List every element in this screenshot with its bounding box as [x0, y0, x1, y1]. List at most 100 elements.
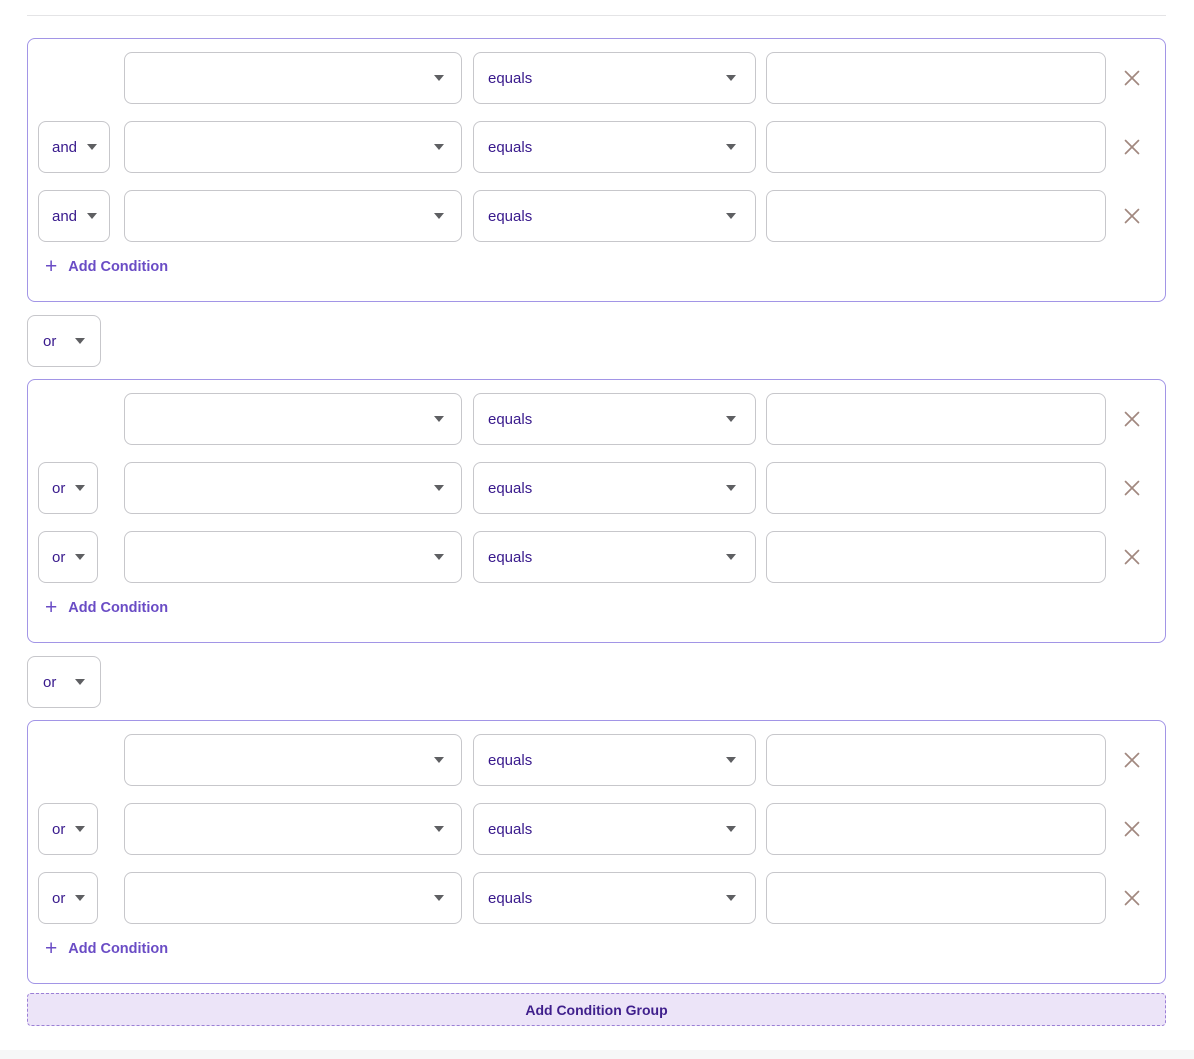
bool-operator-select[interactable]: or: [38, 462, 98, 514]
operator-select[interactable]: equals: [473, 52, 756, 104]
plus-icon: +: [45, 260, 57, 274]
remove-condition-button[interactable]: [1117, 814, 1147, 844]
operator-select[interactable]: equals: [473, 531, 756, 583]
condition-builder: equals and equals: [0, 15, 1194, 1026]
add-condition-button[interactable]: + Add Condition: [45, 941, 168, 983]
operator-select[interactable]: equals: [473, 393, 756, 445]
chevron-down-icon: [75, 338, 85, 344]
value-input[interactable]: [766, 531, 1106, 583]
operator-select[interactable]: equals: [473, 734, 756, 786]
operator-select-value: equals: [488, 208, 532, 225]
top-divider: [27, 15, 1166, 16]
remove-condition-button[interactable]: [1117, 63, 1147, 93]
field-select[interactable]: [124, 531, 462, 583]
bool-operator-value: or: [52, 890, 65, 907]
plus-icon: +: [45, 601, 57, 615]
chevron-down-icon: [726, 416, 736, 422]
group-connector-row: or: [27, 656, 1166, 708]
condition-row: or equals: [38, 462, 1155, 514]
field-select[interactable]: [124, 121, 462, 173]
value-input[interactable]: [766, 734, 1106, 786]
condition-row: or equals: [38, 872, 1155, 924]
close-icon: [1121, 477, 1143, 499]
value-input[interactable]: [766, 393, 1106, 445]
value-input[interactable]: [766, 872, 1106, 924]
condition-row: or equals: [38, 803, 1155, 855]
add-condition-group-button[interactable]: Add Condition Group: [27, 993, 1166, 1026]
chevron-down-icon: [75, 826, 85, 832]
field-select[interactable]: [124, 462, 462, 514]
operator-select-value: equals: [488, 752, 532, 769]
plus-icon: +: [45, 942, 57, 956]
group-connector-row: or: [27, 315, 1166, 367]
bool-operator-select[interactable]: or: [38, 803, 98, 855]
close-icon: [1121, 887, 1143, 909]
value-input[interactable]: [766, 803, 1106, 855]
condition-row: equals: [38, 393, 1155, 445]
bool-operator-select[interactable]: or: [38, 531, 98, 583]
chevron-down-icon: [87, 144, 97, 150]
add-condition-button[interactable]: + Add Condition: [45, 259, 168, 301]
operator-select[interactable]: equals: [473, 462, 756, 514]
operator-select[interactable]: equals: [473, 190, 756, 242]
remove-condition-button[interactable]: [1117, 883, 1147, 913]
close-icon: [1121, 749, 1143, 771]
operator-select-value: equals: [488, 411, 532, 428]
condition-row: equals: [38, 52, 1155, 104]
group-connector-select[interactable]: or: [27, 656, 101, 708]
value-input[interactable]: [766, 190, 1106, 242]
close-icon: [1121, 67, 1143, 89]
chevron-down-icon: [726, 144, 736, 150]
condition-row: equals: [38, 734, 1155, 786]
chevron-down-icon: [726, 213, 736, 219]
field-select[interactable]: [124, 872, 462, 924]
bool-operator-value: or: [52, 549, 65, 566]
field-select[interactable]: [124, 393, 462, 445]
bool-operator-select[interactable]: and: [38, 121, 110, 173]
chevron-down-icon: [434, 75, 444, 81]
operator-select[interactable]: equals: [473, 803, 756, 855]
close-icon: [1121, 136, 1143, 158]
remove-cell: [1106, 883, 1158, 913]
operator-select[interactable]: equals: [473, 121, 756, 173]
field-select[interactable]: [124, 734, 462, 786]
bool-operator-cell: or: [38, 872, 124, 924]
close-icon: [1121, 546, 1143, 568]
operator-select[interactable]: equals: [473, 872, 756, 924]
remove-condition-button[interactable]: [1117, 542, 1147, 572]
field-select[interactable]: [124, 803, 462, 855]
remove-cell: [1106, 63, 1158, 93]
chevron-down-icon: [87, 213, 97, 219]
operator-select-value: equals: [488, 70, 532, 87]
chevron-down-icon: [75, 554, 85, 560]
bool-operator-cell: and: [38, 190, 124, 242]
remove-condition-button[interactable]: [1117, 132, 1147, 162]
footer-strip: [0, 1050, 1194, 1059]
operator-select-value: equals: [488, 821, 532, 838]
remove-condition-button[interactable]: [1117, 201, 1147, 231]
operator-select-value: equals: [488, 890, 532, 907]
value-input[interactable]: [766, 462, 1106, 514]
remove-cell: [1106, 745, 1158, 775]
group-connector-select[interactable]: or: [27, 315, 101, 367]
remove-cell: [1106, 814, 1158, 844]
bool-operator-cell: or: [38, 803, 124, 855]
bool-operator-select[interactable]: or: [38, 872, 98, 924]
bool-operator-select[interactable]: and: [38, 190, 110, 242]
remove-condition-button[interactable]: [1117, 404, 1147, 434]
remove-cell: [1106, 201, 1158, 231]
remove-cell: [1106, 404, 1158, 434]
add-condition-button[interactable]: + Add Condition: [45, 600, 168, 642]
value-input[interactable]: [766, 121, 1106, 173]
chevron-down-icon: [434, 895, 444, 901]
condition-group-3: equals or equals: [27, 720, 1166, 984]
chevron-down-icon: [726, 75, 736, 81]
value-input[interactable]: [766, 52, 1106, 104]
operator-select-value: equals: [488, 480, 532, 497]
bool-operator-value: or: [52, 480, 65, 497]
remove-condition-button[interactable]: [1117, 745, 1147, 775]
field-select[interactable]: [124, 190, 462, 242]
chevron-down-icon: [434, 416, 444, 422]
remove-condition-button[interactable]: [1117, 473, 1147, 503]
field-select[interactable]: [124, 52, 462, 104]
